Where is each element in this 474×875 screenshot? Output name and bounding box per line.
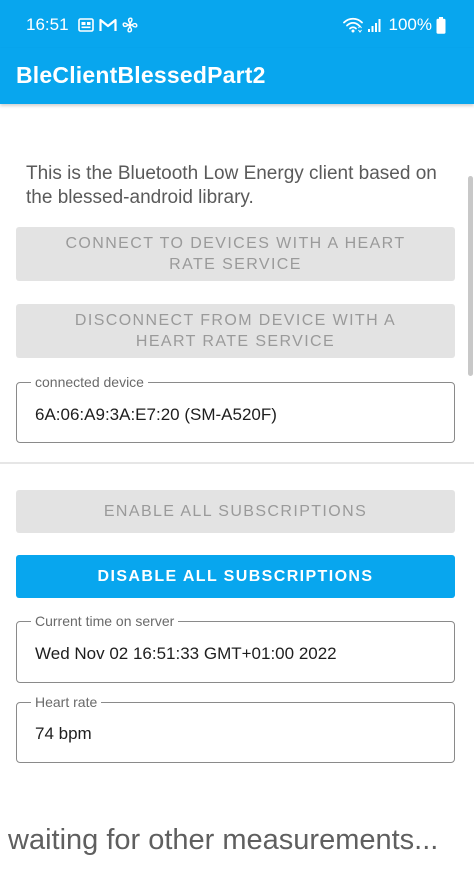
current-time-field[interactable]: Current time on server Wed Nov 02 16:51:… (16, 613, 455, 683)
status-notification-icons (78, 15, 138, 35)
connected-device-value: 6A:06:A9:3A:E7:20 (SM-A520F) (35, 405, 277, 424)
battery-percent: 100% (388, 15, 432, 34)
current-time-value: Wed Nov 02 16:51:33 GMT+01:00 2022 (35, 644, 337, 663)
connect-heart-rate-button[interactable]: CONNECT TO DEVICES WITH A HEART RATE SER… (16, 227, 455, 281)
intro-description: This is the Bluetooth Low Energy client … (26, 163, 437, 208)
fan-icon (122, 17, 138, 33)
heart-rate-value: 74 bpm (35, 724, 92, 743)
heart-rate-label: Heart rate (31, 694, 102, 710)
enable-all-subscriptions-button[interactable]: ENABLE ALL SUBSCRIPTIONS (16, 490, 455, 533)
waiting-status-text: waiting for other measurements... (8, 824, 439, 856)
gmail-icon (99, 18, 117, 31)
app-bar: BleClientBlessedPart2 (0, 48, 474, 104)
disconnect-heart-rate-button[interactable]: DISCONNECT FROM DEVICE WITH A HEART RATE… (16, 304, 455, 358)
heart-rate-field[interactable]: Heart rate 74 bpm (16, 694, 455, 763)
signal-icon (367, 18, 381, 32)
wifi-icon (342, 17, 363, 33)
scrollbar[interactable] (468, 176, 473, 376)
gallery-icon (78, 18, 94, 32)
app-title: BleClientBlessedPart2 (16, 62, 266, 88)
status-bar: 16:51 100% (0, 0, 474, 48)
section-divider (0, 462, 474, 464)
connected-device-field[interactable]: connected device 6A:06:A9:3A:E7:20 (SM-A… (16, 374, 455, 443)
connected-device-label: connected device (31, 374, 148, 390)
current-time-label: Current time on server (31, 613, 179, 629)
battery-icon (436, 16, 446, 34)
status-time: 16:51 (26, 15, 69, 34)
status-system-icons: 100% (342, 13, 446, 37)
disable-all-subscriptions-button[interactable]: DISABLE ALL SUBSCRIPTIONS (16, 555, 455, 598)
